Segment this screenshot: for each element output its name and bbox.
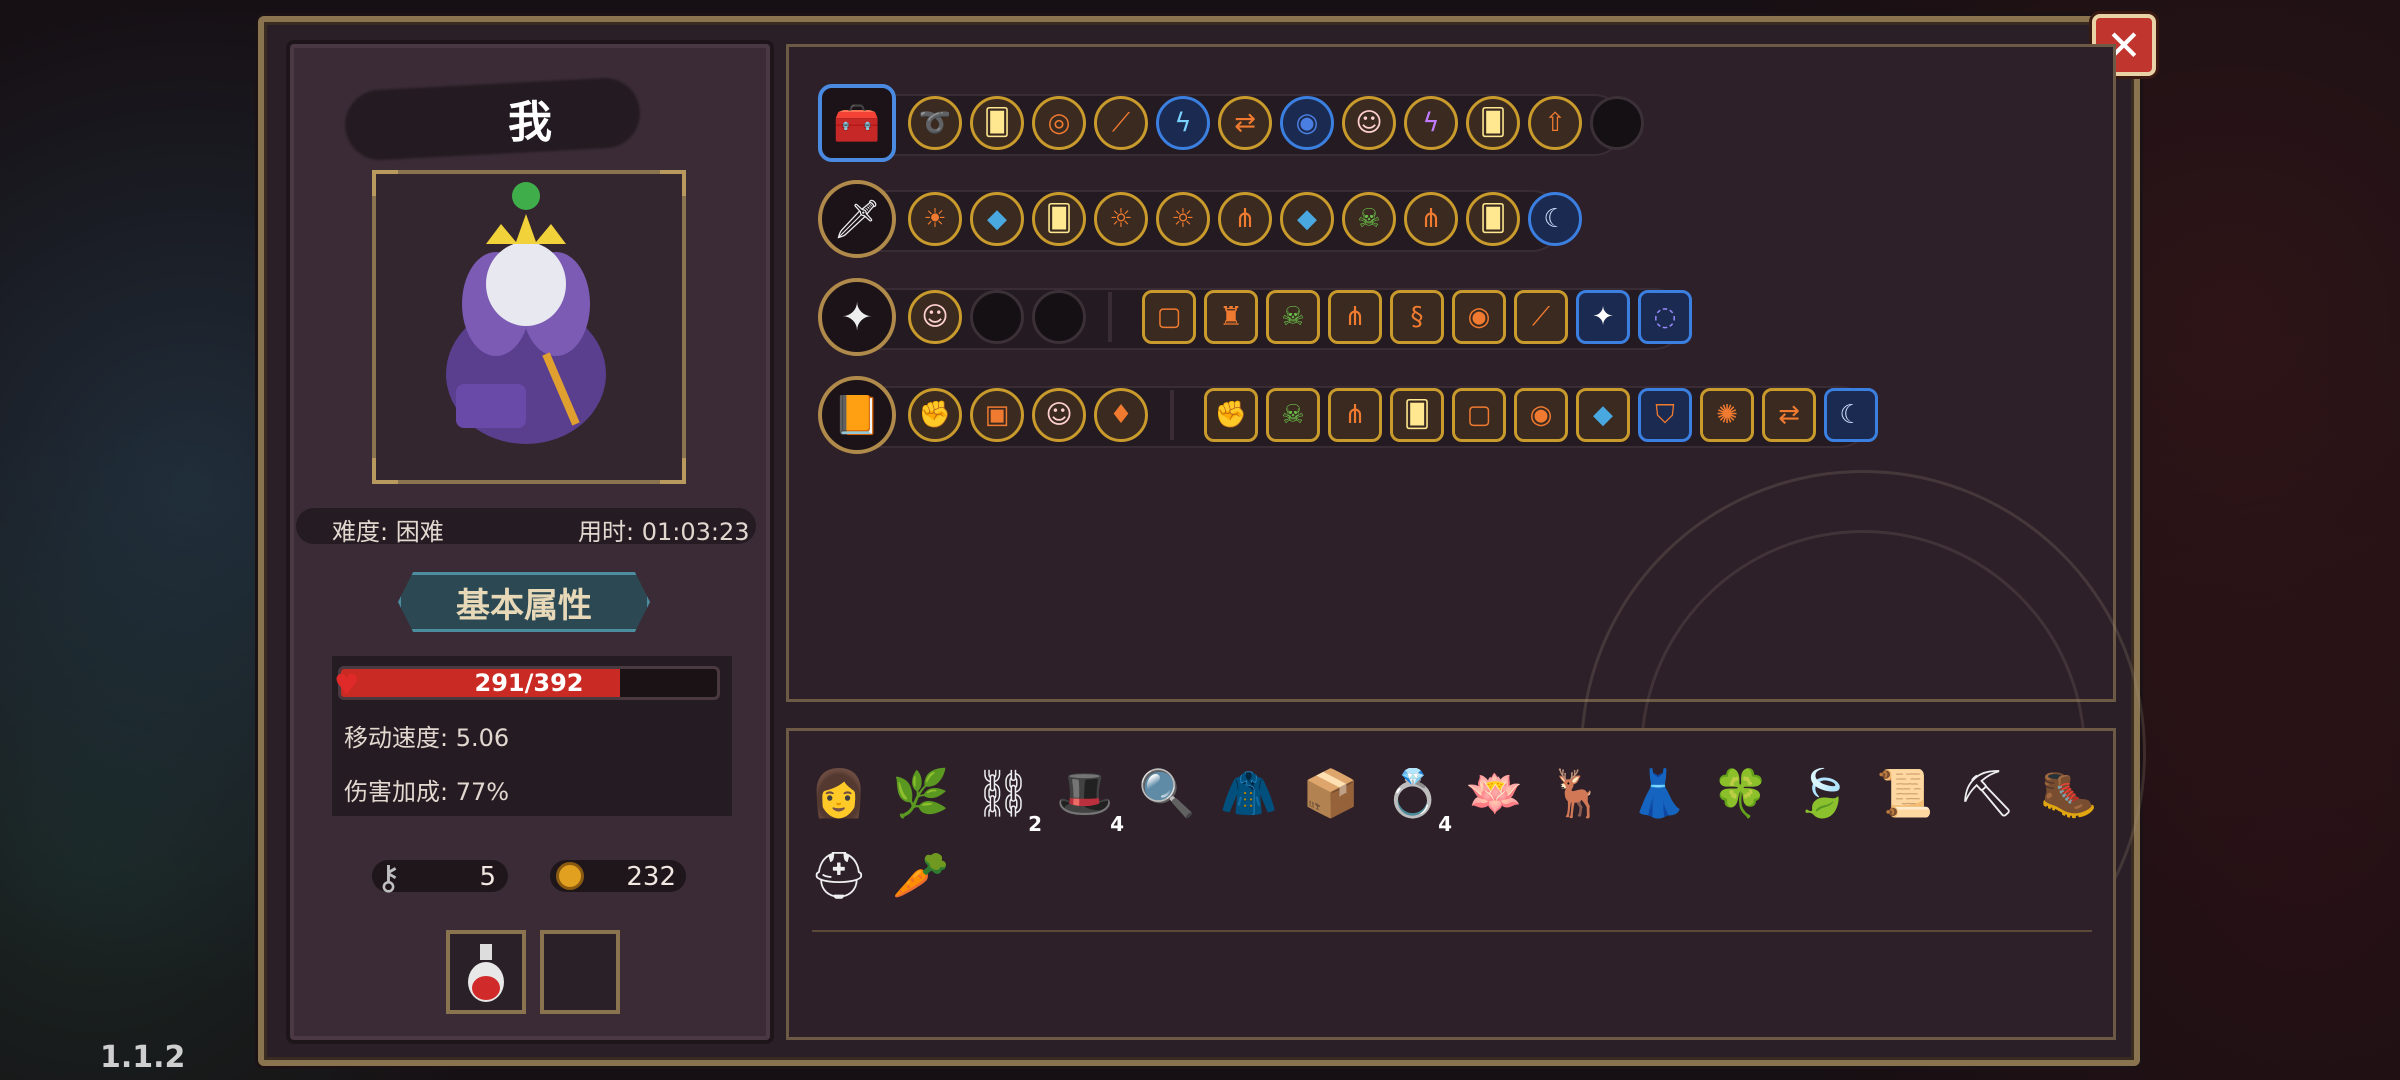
crescent-icon[interactable]: ☾: [1824, 388, 1878, 442]
triple-arrow-icon[interactable]: ⋔: [1404, 192, 1458, 246]
wand-icon[interactable]: ✦: [818, 278, 896, 356]
key-icon: ⚷: [376, 858, 401, 898]
key-count: 5: [479, 862, 496, 892]
card-icon[interactable]: 🂠: [1466, 96, 1520, 150]
hp-bar: 291/392: [338, 666, 720, 700]
leaf-icon[interactable]: 🍃: [1788, 758, 1858, 828]
character-portrait: [372, 170, 686, 484]
antler-icon[interactable]: 🦌: [1542, 758, 1612, 828]
snake-icon[interactable]: §: [1390, 290, 1444, 344]
mouse-icon[interactable]: ▢: [1452, 388, 1506, 442]
version-label: 1.1.2: [100, 1040, 186, 1075]
treasure-chest-icon[interactable]: 🧰: [818, 84, 896, 162]
crate-icon[interactable]: 📦: [1296, 758, 1366, 828]
ghost-icon[interactable]: ☺: [1032, 388, 1086, 442]
lantern-icon[interactable]: ♜: [1204, 290, 1258, 344]
card-icon[interactable]: 🂠: [1466, 192, 1520, 246]
witch-character-icon: [446, 182, 606, 444]
player-name: 我: [508, 97, 552, 148]
move-speed-stat: 移动速度: 5.06: [344, 724, 510, 752]
card-icon[interactable]: 🂠: [1390, 388, 1444, 442]
row-separator: [1170, 390, 1174, 440]
witch-portrait-icon[interactable]: 👩: [804, 758, 874, 828]
coin-icon: [556, 862, 584, 890]
arrows-icon[interactable]: ⇄: [1218, 96, 1272, 150]
crystal-icon[interactable]: ◆: [1280, 192, 1334, 246]
card-icon[interactable]: 🂠: [1032, 192, 1086, 246]
golden-staff-icon[interactable]: 🗡: [818, 180, 896, 258]
triple-arrow-icon[interactable]: ⋔: [1218, 192, 1272, 246]
chain-icon[interactable]: ⛓ 2: [968, 758, 1042, 837]
spellbook-icon[interactable]: 📙: [818, 376, 896, 454]
row-separator: [1108, 292, 1112, 342]
eye-icon[interactable]: ◉: [1452, 290, 1506, 344]
scroll-icon[interactable]: 📜: [1870, 758, 1940, 828]
sparkle-icon[interactable]: ✦: [1576, 290, 1630, 344]
empty-slot[interactable]: [1032, 290, 1086, 344]
sun-icon[interactable]: ☼: [1094, 192, 1148, 246]
lotus-icon[interactable]: 🪷: [1460, 758, 1530, 828]
skull-icon[interactable]: ☠: [1342, 192, 1396, 246]
tab-basic-attributes[interactable]: 基本属性: [398, 572, 650, 632]
boot-icon[interactable]: 🥾: [2034, 758, 2104, 828]
cloak-icon[interactable]: 🧥: [1214, 758, 1284, 828]
skull-icon[interactable]: ☠: [1266, 290, 1320, 344]
spiral-icon[interactable]: ◉: [1280, 96, 1334, 150]
mouse-icon[interactable]: ▢: [1142, 290, 1196, 344]
card-icon[interactable]: 🂠: [970, 96, 1024, 150]
gauntlet-icon[interactable]: ▣: [970, 388, 1024, 442]
robe-icon[interactable]: 👗: [1624, 758, 1694, 828]
tie-icon[interactable]: ♦: [1094, 388, 1148, 442]
item-quantity: 2: [1028, 812, 1042, 836]
hp-value: 291/392: [474, 669, 584, 697]
heart-icon: ♥: [334, 668, 360, 701]
item-quantity: 4: [1110, 812, 1124, 836]
carrot-icon[interactable]: 🥕: [886, 840, 956, 910]
helmet-icon[interactable]: ⛑: [804, 840, 874, 910]
sun-burst-icon[interactable]: ☀: [908, 192, 962, 246]
inventory-divider: [812, 930, 2092, 932]
eye-icon[interactable]: ◉: [1514, 388, 1568, 442]
ghost-icon[interactable]: ☺: [1342, 96, 1396, 150]
coin-count: 232: [626, 862, 676, 892]
empty-slot[interactable]: [970, 290, 1024, 344]
item-quantity: 4: [1438, 812, 1452, 836]
whip-icon[interactable]: ➰: [908, 96, 962, 150]
difficulty-label: 难度: 困难: [332, 518, 444, 546]
pickaxe-icon[interactable]: ⛏: [1952, 758, 2022, 828]
leaf-sprout-icon[interactable]: 🌿: [886, 758, 956, 828]
arrow-up-icon[interactable]: ⇧: [1528, 96, 1582, 150]
triple-arrow-icon[interactable]: ⋔: [1328, 388, 1382, 442]
shield-icon[interactable]: ⛉: [1638, 388, 1692, 442]
magnifier-icon[interactable]: 🔍: [1132, 758, 1202, 828]
four-leaf-clover-icon[interactable]: 🍀: [1706, 758, 1776, 828]
sun-icon[interactable]: ☼: [1156, 192, 1210, 246]
potion-slot-1[interactable]: [446, 930, 526, 1014]
skull-icon[interactable]: ☠: [1266, 388, 1320, 442]
triple-arrow-icon[interactable]: ⋔: [1328, 290, 1382, 344]
potion-icon: [468, 944, 504, 1002]
vortex-icon[interactable]: ◌: [1638, 290, 1692, 344]
damage-bonus-stat: 伤害加成: 77%: [344, 778, 510, 806]
crystal-icon[interactable]: ◆: [1576, 388, 1630, 442]
claw-icon[interactable]: ⟋: [1094, 96, 1148, 150]
burst-icon[interactable]: ✺: [1700, 388, 1754, 442]
empty-slot[interactable]: [1590, 96, 1644, 150]
arrows-icon[interactable]: ⇄: [1762, 388, 1816, 442]
witch-hat-icon[interactable]: 🎩 4: [1050, 758, 1124, 837]
ring-icon[interactable]: 💍 4: [1378, 758, 1452, 837]
crescent-icon[interactable]: ☾: [1528, 192, 1582, 246]
crystal-icon[interactable]: ◆: [970, 192, 1024, 246]
fist-icon[interactable]: ✊: [908, 388, 962, 442]
ghost-icon[interactable]: ☺: [908, 290, 962, 344]
elapsed-time-label: 用时: 01:03:23: [578, 518, 750, 546]
lightning-icon[interactable]: ϟ: [1156, 96, 1210, 150]
target-icon[interactable]: ◎: [1032, 96, 1086, 150]
thunder-icon[interactable]: ϟ: [1404, 96, 1458, 150]
claw-icon[interactable]: ⟋: [1514, 290, 1568, 344]
potion-slot-2[interactable]: [540, 930, 620, 1014]
fist-icon[interactable]: ✊: [1204, 388, 1258, 442]
